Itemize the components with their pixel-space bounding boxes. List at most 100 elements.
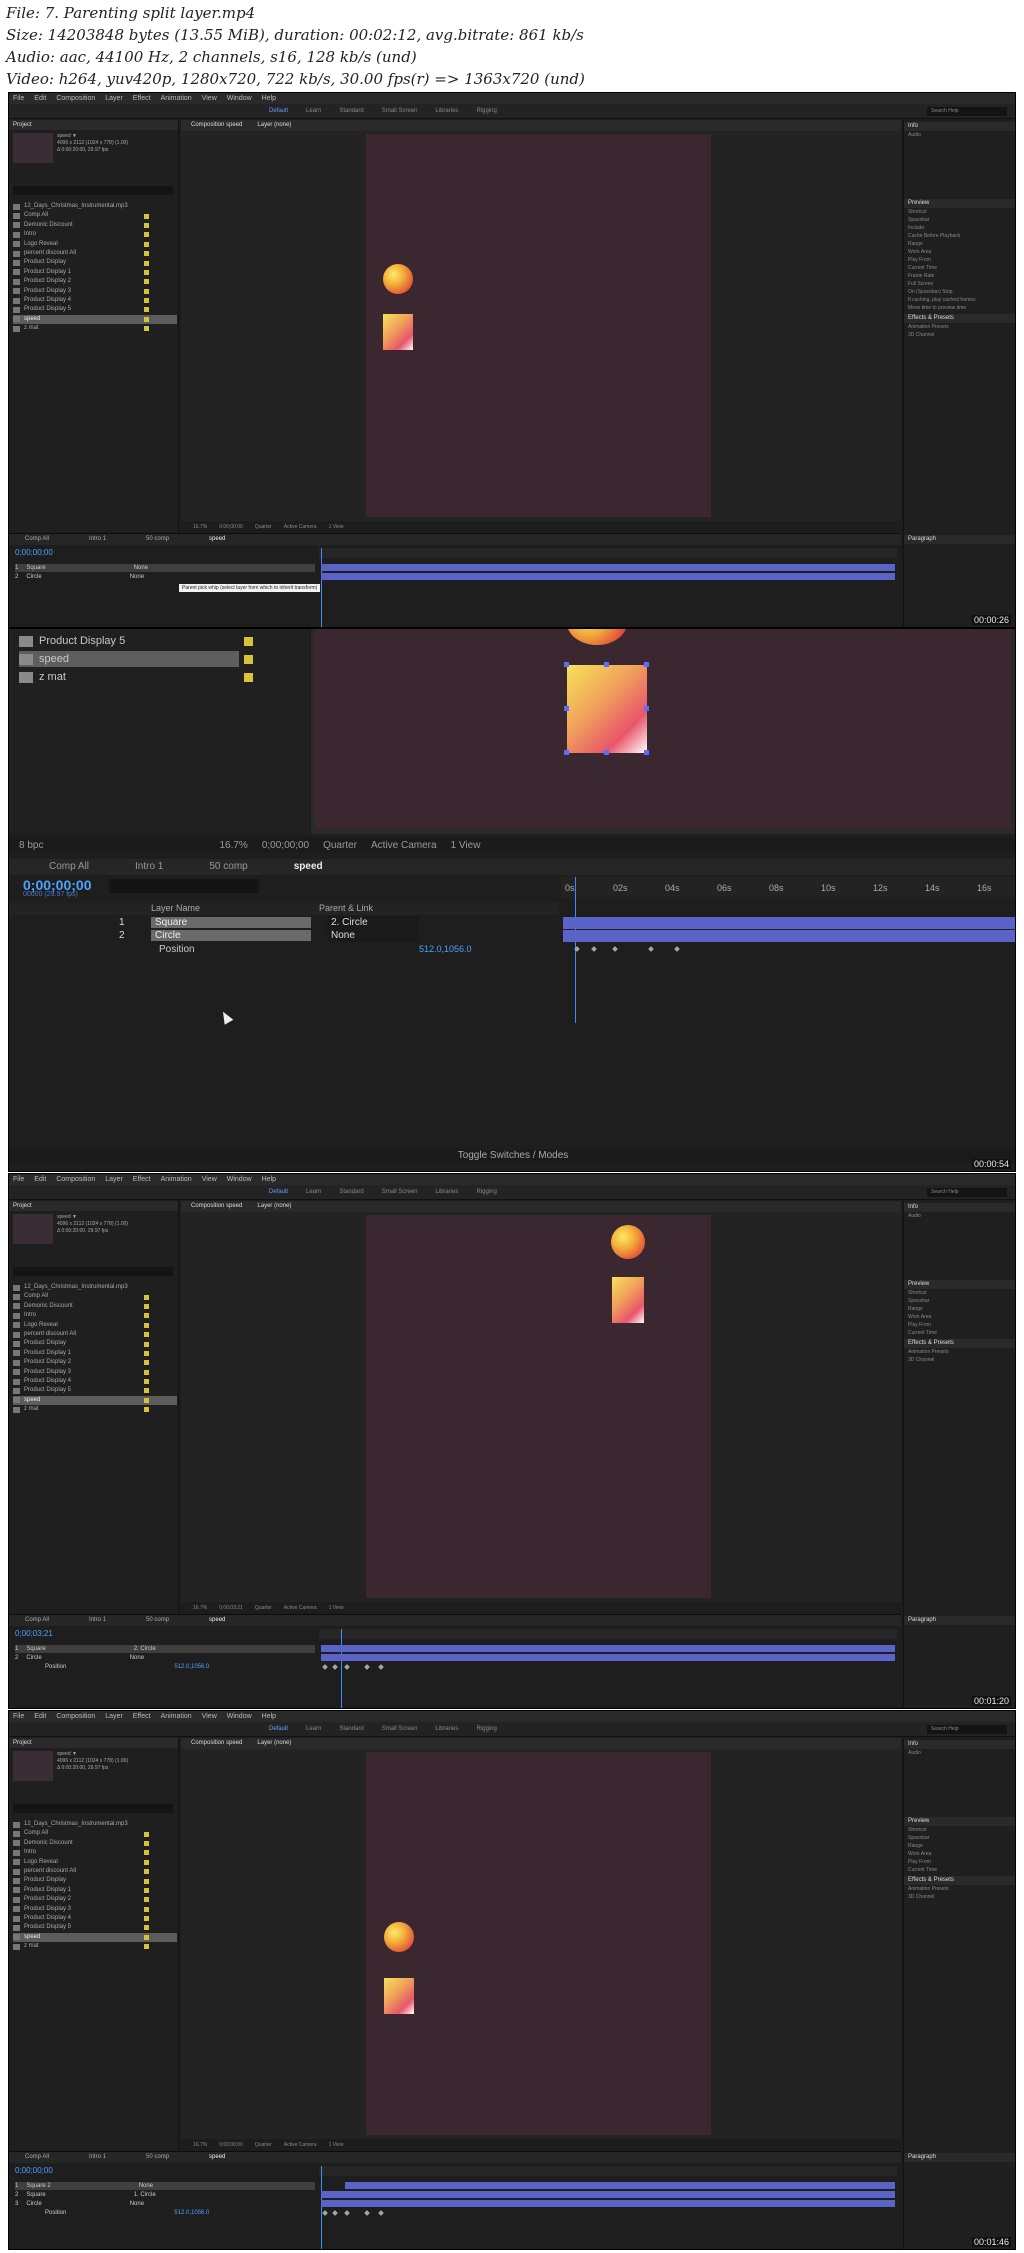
shortcut-select[interactable]: Spacebar [904,1297,1015,1305]
layer-bar[interactable] [321,2191,895,2198]
menu-edit[interactable]: Edit [34,93,46,104]
tab-intro-1[interactable]: Intro 1 [135,859,163,875]
tab-50-comp[interactable]: 50 comp [146,1615,169,1626]
menu-composition[interactable]: Composition [56,1174,95,1185]
project-tab[interactable]: Project [9,120,178,130]
playhead[interactable] [341,1629,342,1708]
square-layer[interactable] [383,314,413,350]
menu-view[interactable]: View [202,1174,217,1185]
comp-canvas[interactable] [366,1752,711,2135]
tab-comp-all[interactable]: Comp All [25,534,49,545]
transform-handle[interactable] [604,750,609,755]
parent-select[interactable]: 1. Circle [134,2191,156,2199]
layer-tab[interactable]: Layer (none) [257,1203,291,1209]
menu-animation[interactable]: Animation [161,1711,192,1722]
camera-select[interactable]: Active Camera [284,2142,317,2148]
menu-help[interactable]: Help [262,1174,276,1185]
list-item[interactable]: percent discount All [13,1867,177,1876]
menu-effect[interactable]: Effect [133,1174,151,1185]
list-item-selected[interactable]: speed [13,1932,177,1943]
parent-select[interactable]: None [327,929,419,942]
3d-channel-item[interactable]: 3D Channel [904,331,1015,339]
current-time[interactable]: 0;00;03;21 [219,1605,243,1611]
keyframe[interactable] [344,2210,350,2216]
resolution-select[interactable]: Quarter [323,840,357,851]
layer-tab[interactable]: Layer (none) [257,122,291,128]
play-from-select[interactable]: Current Time [904,264,1015,272]
keyframe[interactable] [648,946,654,952]
tab-50-comp[interactable]: 50 comp [146,2152,169,2163]
menu-animation[interactable]: Animation [161,93,192,104]
square-layer[interactable] [384,1978,414,2014]
playhead[interactable] [321,2166,322,2249]
tab-speed[interactable]: speed [209,1615,225,1626]
bpc-button[interactable]: 8 bpc [19,840,43,851]
list-item[interactable]: Product Display [13,258,177,267]
menu-edit[interactable]: Edit [34,1711,46,1722]
list-item[interactable]: z mat [19,669,309,685]
list-item[interactable]: 12_Days_Christmas_Instrumental.mp3 [13,1820,177,1829]
layer-bar[interactable] [563,930,1015,942]
paragraph-tab[interactable]: Paragraph [904,1616,1015,1625]
parent-select[interactable]: None [134,564,148,572]
list-item[interactable]: Product Display 3 [13,1905,177,1914]
layer-bar[interactable] [321,2200,895,2207]
menu-window[interactable]: Window [227,1174,252,1185]
camera-select[interactable]: Active Camera [284,1605,317,1611]
list-item[interactable]: Product Display 5 [13,1386,177,1395]
workspace-small-screen[interactable]: Small Screen [382,1726,418,1732]
view-select[interactable]: 1 View [329,2142,344,2148]
workspace-libraries[interactable]: Libraries [435,1726,458,1732]
list-item[interactable]: z mat [13,324,177,333]
parent-select[interactable]: 2. Circle [134,1645,156,1653]
menu-file[interactable]: File [13,1711,24,1722]
position-property[interactable]: Position 512.0,1056.0 [15,1663,315,1671]
layer-bar[interactable] [321,1654,895,1661]
list-item[interactable]: Logo Reveal [13,1858,177,1867]
time-ruler[interactable]: 0s 02s 04s 06s 08s 10s 12s 14s 16s [561,877,1015,897]
resolution-select[interactable]: Quarter [255,1605,272,1611]
menu-layer[interactable]: Layer [105,1174,123,1185]
time-ruler[interactable] [319,1629,897,1639]
layer-row[interactable]: 2 Square 1. Circle [15,2191,315,2199]
layer-bar[interactable] [563,917,1015,929]
parent-select[interactable]: 2. Circle [327,916,419,929]
layer-row[interactable]: 1 Square None [15,564,315,572]
menu-help[interactable]: Help [262,93,276,104]
circle-layer[interactable] [384,1922,414,1952]
list-item[interactable]: Demonic Discount [13,1302,177,1311]
workspace-libraries[interactable]: Libraries [435,1189,458,1195]
list-item[interactable]: Intro [13,1311,177,1320]
workspace-default[interactable]: Default [269,1189,288,1195]
layer-row[interactable]: 1 Square 2. Circle [15,1645,315,1653]
play-cached-checkbox[interactable]: If caching, play cached frames [904,296,1015,304]
layer-bar[interactable] [321,564,895,571]
list-item[interactable]: 12_Days_Christmas_Instrumental.mp3 [13,1283,177,1292]
position-value[interactable]: 512.0,1056.0 [174,2209,209,2217]
effects-presets-tab[interactable]: Effects & Presets [904,1339,1015,1348]
camera-select[interactable]: Active Camera [284,524,317,530]
list-item[interactable]: Product Display 4 [13,296,177,305]
list-item[interactable]: percent discount All [13,1330,177,1339]
list-item[interactable]: Product Display 2 [13,1358,177,1367]
menu-help[interactable]: Help [262,1711,276,1722]
range-select[interactable]: Work Area [904,248,1015,256]
current-time[interactable]: 0;00;00;00 [219,524,243,530]
layer-bar[interactable] [321,1645,895,1652]
composition-tab[interactable]: Composition speed Layer (none) [181,1201,901,1212]
workspace-standard[interactable]: Standard [339,1726,363,1732]
transform-handle[interactable] [604,662,609,667]
animation-presets-item[interactable]: Animation Presets [904,1348,1015,1356]
parent-select[interactable]: None [130,573,144,581]
composition-tab[interactable]: Composition speed Layer (none) [181,120,901,131]
menu-effect[interactable]: Effect [133,1711,151,1722]
move-time-checkbox[interactable]: Move time to preview time [904,304,1015,312]
project-search-input[interactable] [13,1267,173,1276]
list-item[interactable]: Demonic Discount [13,221,177,230]
workspace-learn[interactable]: Learn [306,1726,321,1732]
resolution-select[interactable]: Quarter [255,524,272,530]
camera-select[interactable]: Active Camera [371,840,437,851]
list-item[interactable]: percent discount All [13,249,177,258]
list-item[interactable]: Product Display 1 [13,268,177,277]
tab-speed[interactable]: speed [209,534,225,545]
